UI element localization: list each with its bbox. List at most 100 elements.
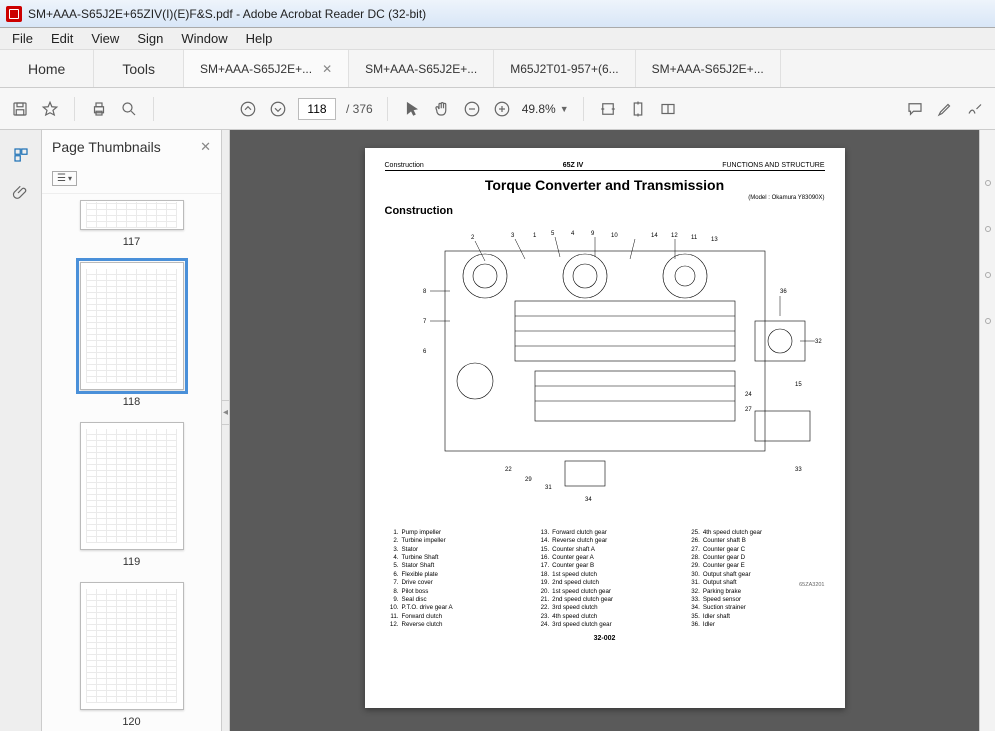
pointer-icon[interactable] — [402, 99, 422, 119]
svg-text:29: 29 — [525, 477, 532, 483]
tab-doc-1[interactable]: SM+AAA-S65J2E+... ✕ — [184, 50, 349, 87]
print-icon[interactable] — [89, 99, 109, 119]
tab-doc-4[interactable]: SM+AAA-S65J2E+... — [636, 50, 781, 87]
page-number: 32-002 — [385, 635, 825, 642]
thumbnail-preview — [80, 262, 184, 390]
thumbnails-tools: ☰ ▾ — [42, 164, 221, 194]
svg-text:9: 9 — [591, 231, 595, 237]
header-right: FUNCTIONS AND STRUCTURE — [722, 162, 824, 169]
separator — [583, 97, 584, 121]
svg-text:22: 22 — [505, 467, 512, 473]
parts-column: 25.4th speed clutch gear26.Counter shaft… — [686, 529, 825, 629]
svg-text:36: 36 — [780, 289, 787, 295]
page-model: (Model : Okamura Y83090X) — [385, 195, 825, 201]
thumbnail-item[interactable]: 120 — [42, 582, 221, 728]
menu-file[interactable]: File — [4, 29, 41, 48]
svg-text:32: 32 — [815, 339, 822, 345]
thumbnail-item[interactable]: 117 — [42, 200, 221, 248]
thumbnails-options-icon[interactable]: ☰ ▾ — [52, 171, 77, 186]
svg-text:31: 31 — [545, 485, 552, 491]
tab-doc-4-label: SM+AAA-S65J2E+... — [652, 62, 764, 76]
part-row: 7.Drive cover — [385, 579, 524, 587]
rail-dot — [985, 226, 991, 232]
header-left: Construction — [385, 162, 424, 169]
highlight-icon[interactable] — [935, 99, 955, 119]
document-area[interactable]: Construction 65Z IV FUNCTIONS AND STRUCT… — [230, 130, 979, 731]
part-row: 22.3rd speed clutch — [535, 604, 674, 612]
svg-text:13: 13 — [711, 237, 718, 243]
tab-home[interactable]: Home — [0, 50, 94, 87]
page-down-icon[interactable] — [268, 99, 288, 119]
workspace: Page Thumbnails ✕ ☰ ▾ 117 118 119 120 Const… — [0, 130, 995, 731]
svg-text:12: 12 — [671, 233, 678, 239]
thumbnail-label: 117 — [123, 236, 141, 248]
close-icon[interactable]: ✕ — [322, 62, 332, 76]
svg-text:14: 14 — [651, 233, 658, 239]
search-icon[interactable] — [119, 99, 139, 119]
svg-text:4: 4 — [571, 231, 575, 237]
menu-edit[interactable]: Edit — [43, 29, 81, 48]
svg-text:8: 8 — [423, 289, 427, 295]
part-row: 28.Counter gear D — [686, 554, 825, 562]
rail-dot — [985, 272, 991, 278]
thumbnails-panel: Page Thumbnails ✕ ☰ ▾ 117 118 119 120 — [42, 130, 222, 731]
menu-sign[interactable]: Sign — [129, 29, 171, 48]
fit-page-icon[interactable] — [628, 99, 648, 119]
thumbnail-item[interactable]: 119 — [42, 422, 221, 568]
part-row: 14.Reverse clutch gear — [535, 537, 674, 545]
part-row: 27.Counter gear C — [686, 546, 825, 554]
close-panel-icon[interactable]: ✕ — [200, 139, 211, 155]
star-icon[interactable] — [40, 99, 60, 119]
page-up-icon[interactable] — [238, 99, 258, 119]
page-header: Construction 65Z IV FUNCTIONS AND STRUCT… — [385, 162, 825, 171]
part-row: 4.Turbine Shaft — [385, 554, 524, 562]
zoom-in-icon[interactable] — [492, 99, 512, 119]
zoom-out-icon[interactable] — [462, 99, 482, 119]
svg-text:24: 24 — [745, 392, 752, 398]
part-row: 23.4th speed clutch — [535, 613, 674, 621]
part-row: 5.Stator Shaft — [385, 562, 524, 570]
save-icon[interactable] — [10, 99, 30, 119]
parts-column: 13.Forward clutch gear14.Reverse clutch … — [535, 529, 674, 629]
zoom-dropdown[interactable]: 49.8% ▼ — [522, 102, 569, 116]
part-row: 25.4th speed clutch gear — [686, 529, 825, 537]
main-tab-bar: Home Tools SM+AAA-S65J2E+... ✕ SM+AAA-S6… — [0, 50, 995, 88]
figure-ref: 65ZA3201 — [799, 582, 824, 588]
separator — [74, 97, 75, 121]
attachment-rail-icon[interactable] — [10, 182, 32, 204]
comment-icon[interactable] — [905, 99, 925, 119]
part-row: 20.1st speed clutch gear — [535, 588, 674, 596]
part-row: 36.Idler — [686, 621, 825, 629]
menu-window[interactable]: Window — [173, 29, 235, 48]
svg-text:6: 6 — [423, 349, 427, 355]
sign-icon[interactable] — [965, 99, 985, 119]
part-row: 29.Counter gear E — [686, 562, 825, 570]
thumbnail-label: 119 — [123, 556, 141, 568]
part-row: 2.Turbine impeller — [385, 537, 524, 545]
menu-help[interactable]: Help — [238, 29, 281, 48]
tab-tools[interactable]: Tools — [94, 50, 184, 87]
right-rail[interactable] — [979, 130, 995, 731]
part-row: 1.Pump impeller — [385, 529, 524, 537]
thumbnails-list[interactable]: 117 118 119 120 — [42, 194, 221, 731]
part-row: 34.Suction strainer — [686, 604, 825, 612]
svg-text:3: 3 — [511, 233, 515, 239]
svg-text:7: 7 — [423, 319, 427, 325]
thumbnails-header: Page Thumbnails ✕ — [42, 130, 221, 164]
part-row: 11.Forward clutch — [385, 613, 524, 621]
tab-doc-2[interactable]: SM+AAA-S65J2E+... — [349, 50, 494, 87]
read-mode-icon[interactable] — [658, 99, 678, 119]
menu-view[interactable]: View — [83, 29, 127, 48]
fit-width-icon[interactable] — [598, 99, 618, 119]
panel-splitter[interactable] — [222, 130, 230, 731]
thumbnail-item[interactable]: 118 — [42, 262, 221, 408]
thumbnails-rail-icon[interactable] — [10, 144, 32, 166]
page-number-input[interactable] — [298, 98, 336, 120]
part-row: 8.Pilot boss — [385, 588, 524, 596]
left-rail — [0, 130, 42, 731]
tab-doc-1-label: SM+AAA-S65J2E+... — [200, 62, 312, 76]
svg-text:5: 5 — [551, 231, 555, 237]
zoom-value: 49.8% — [522, 102, 556, 116]
tab-doc-3[interactable]: M65J2T01-957+(6... — [494, 50, 635, 87]
hand-icon[interactable] — [432, 99, 452, 119]
